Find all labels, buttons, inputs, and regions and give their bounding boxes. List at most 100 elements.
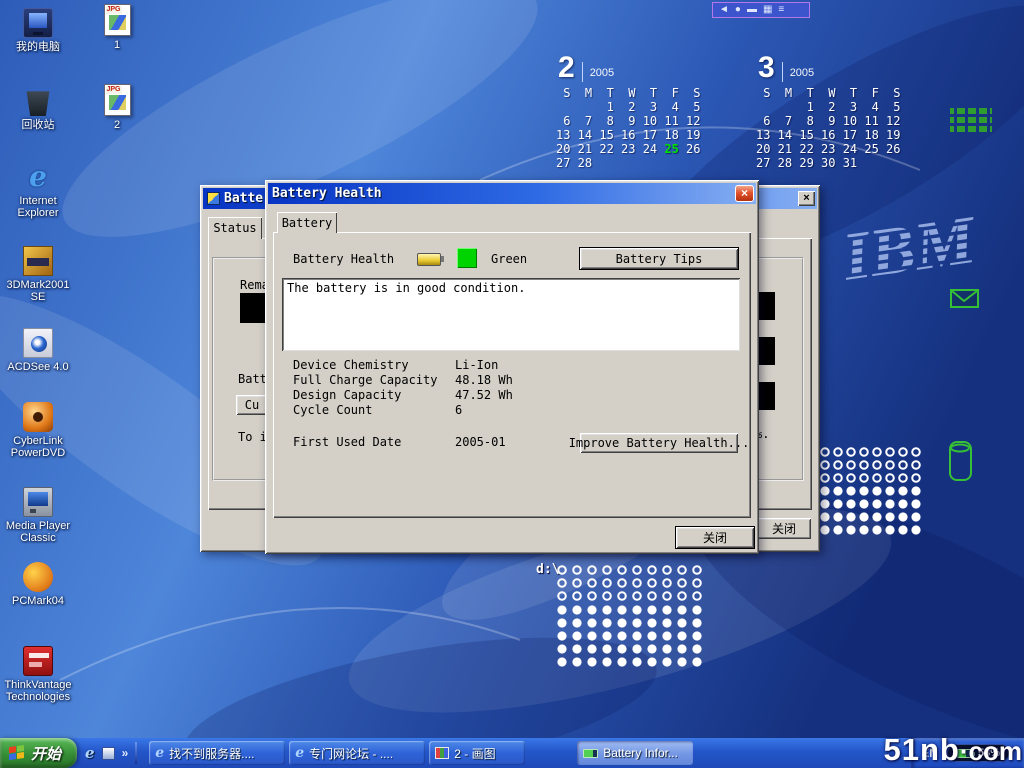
calendar-week: 13 14 15 16 17 18 19	[556, 128, 701, 142]
calendar-month-header: 3 2005	[756, 54, 901, 82]
ie-quick-launch-icon[interactable]: e	[85, 744, 95, 762]
task-label: 2 - 画图	[454, 745, 495, 762]
desktop-icon-internet-explorer[interactable]: e Internet Explorer	[2, 162, 74, 219]
close-icon[interactable]: ×	[798, 191, 815, 206]
battery-health-label: Battery Health	[293, 252, 394, 266]
language-bar[interactable]: ◄ ● ▬ ▦ ≡	[712, 2, 810, 18]
calendar-march: 3 2005 S M T W T F S 1 2 3 4 5 6 7 8 9 1…	[756, 54, 901, 170]
jpg-file-icon: JPG	[104, 4, 131, 36]
powerdvd-icon	[23, 402, 53, 432]
jpg-badge: JPG	[106, 6, 122, 14]
dialog-title: Battery Health	[272, 186, 382, 201]
desktop-file-2[interactable]: JPG 2	[94, 84, 140, 131]
close-icon[interactable]: ×	[735, 185, 754, 202]
battery-tips-button[interactable]: Battery Tips	[580, 248, 738, 269]
grid-icon[interactable]: ▦	[763, 3, 772, 17]
desktop-icon-my-computer[interactable]: 我的电脑	[2, 8, 74, 53]
cu-button[interactable]: Cu	[236, 395, 268, 415]
full-charge-capacity-label: Full Charge Capacity	[293, 373, 438, 387]
first-used-date-value: 2005-01	[455, 435, 506, 449]
jpg-badge: JPG	[106, 86, 122, 94]
calendar-week: 6 7 8 9 10 11 12	[756, 114, 901, 128]
calendar-week: 13 14 15 16 17 18 19	[756, 128, 901, 142]
task-button-paint[interactable]: 2 - 画图	[429, 741, 525, 765]
calendar-year: 2005	[790, 67, 814, 82]
task-label: Battery Infor...	[603, 746, 678, 760]
microphone-icon[interactable]: ●	[735, 3, 741, 17]
desktop-icon-label: 回收站	[22, 119, 55, 131]
dot-pattern-filled	[818, 485, 924, 537]
calendar-week: 20 21 22 23 24 25 26	[756, 142, 901, 156]
tab-status[interactable]: Status	[208, 217, 262, 239]
desktop-icon-pcmark04[interactable]: PCMark04	[2, 562, 74, 607]
calendar-week: 6 7 8 9 10 11 12	[556, 114, 701, 128]
improve-battery-health-button[interactable]: Improve Battery Health...	[580, 433, 738, 453]
task-label: 专门网论坛 - ....	[309, 745, 393, 762]
device-chemistry-value: Li-Ion	[455, 358, 498, 372]
recycle-bin-icon	[23, 86, 53, 116]
windows-flag-icon	[9, 745, 25, 761]
desktop-file-1[interactable]: JPG 1	[94, 4, 140, 51]
close-button[interactable]: 关闭	[757, 518, 811, 539]
calendar-today: 25	[664, 142, 678, 156]
watermark: 51nb·com	[884, 732, 1022, 768]
condition-textbox[interactable]: The battery is in good condition.	[282, 278, 740, 351]
calendar-week: 1 2 3 4 5	[756, 100, 901, 114]
calendar-week: 27 28 29 30 31	[756, 156, 901, 170]
internet-explorer-icon: e	[23, 162, 53, 192]
cycle-count-label: Cycle Count	[293, 403, 372, 417]
health-status-swatch	[457, 248, 477, 268]
taskbar: 开始 e » e 找不到服务器.... e 专门网论坛 - .... 2 - 画…	[0, 738, 1024, 768]
file-label: 2	[114, 119, 120, 131]
desktop-icon-acdsee[interactable]: ACDSee 4.0	[2, 328, 74, 373]
battery-app-icon	[207, 192, 220, 205]
calendar-year: 2005	[590, 67, 614, 82]
calendar-month-header: 2 2005	[556, 54, 701, 82]
desktop-icon-label: CyberLink PowerDVD	[2, 435, 74, 459]
desktop-icon-label: 3DMark2001 SE	[2, 279, 74, 303]
calendar-day-headers: S M T W T F S	[756, 86, 901, 100]
full-charge-capacity-value: 48.18 Wh	[455, 373, 513, 387]
ie-letter-glyph: e	[29, 160, 47, 193]
desktop-icon-thinkvantage[interactable]: ThinkVantage Technologies	[2, 646, 74, 703]
desktop-icon-label: 我的电脑	[16, 41, 60, 53]
3dmark-icon	[23, 246, 53, 276]
desktop: IBM 2 2005 S M T W T F S	[0, 0, 1024, 768]
document-quick-launch-icon[interactable]	[102, 747, 115, 760]
volume-icon[interactable]: ▬	[747, 3, 757, 17]
battery-health-value: Green	[491, 252, 527, 266]
condition-text: The battery is in good condition.	[287, 281, 525, 295]
design-capacity-label: Design Capacity	[293, 388, 401, 402]
task-button-forum[interactable]: e 专门网论坛 - ....	[289, 741, 425, 765]
task-label: 找不到服务器....	[169, 745, 254, 762]
desktop-icon-3dmark2001[interactable]: 3DMark2001 SE	[2, 246, 74, 303]
desktop-icon-powerdvd[interactable]: CyberLink PowerDVD	[2, 402, 74, 459]
task-button-battery-information[interactable]: Battery Infor...	[577, 741, 693, 765]
tab-battery[interactable]: Battery	[277, 212, 337, 233]
envelope-icon	[951, 290, 978, 307]
calendar-month-number: 3	[758, 54, 775, 82]
start-button[interactable]: 开始	[0, 738, 77, 768]
calendar-divider	[782, 62, 783, 82]
dot-pattern-hollow	[818, 446, 924, 485]
window-title: Batte	[224, 191, 263, 206]
acdsee-icon	[23, 328, 53, 358]
ie-icon: e	[295, 745, 304, 761]
jpg-file-icon: JPG	[104, 84, 131, 116]
battery-gauge-segment	[240, 293, 266, 323]
speaker-icon[interactable]: ◄	[719, 3, 729, 17]
battery-icon	[417, 253, 441, 266]
desktop-icon-label: Media Player Classic	[2, 520, 74, 544]
close-button[interactable]: 关闭	[676, 527, 754, 548]
menu-icon[interactable]: ≡	[778, 3, 784, 17]
chevron-more-icon[interactable]: »	[122, 746, 129, 760]
watermark-suffix: ·com	[960, 736, 1022, 766]
battery-health-titlebar[interactable]: Battery Health ×	[268, 183, 756, 204]
quick-launch: e »	[77, 742, 145, 764]
desktop-icon-media-player-classic[interactable]: Media Player Classic	[2, 487, 74, 544]
taskbar-divider	[135, 742, 137, 764]
task-button-server-not-found[interactable]: e 找不到服务器....	[149, 741, 285, 765]
watermark-main: 51nb	[884, 732, 960, 767]
desktop-icon-recycle-bin[interactable]: 回收站	[2, 86, 74, 131]
to-label: To i	[238, 430, 267, 444]
